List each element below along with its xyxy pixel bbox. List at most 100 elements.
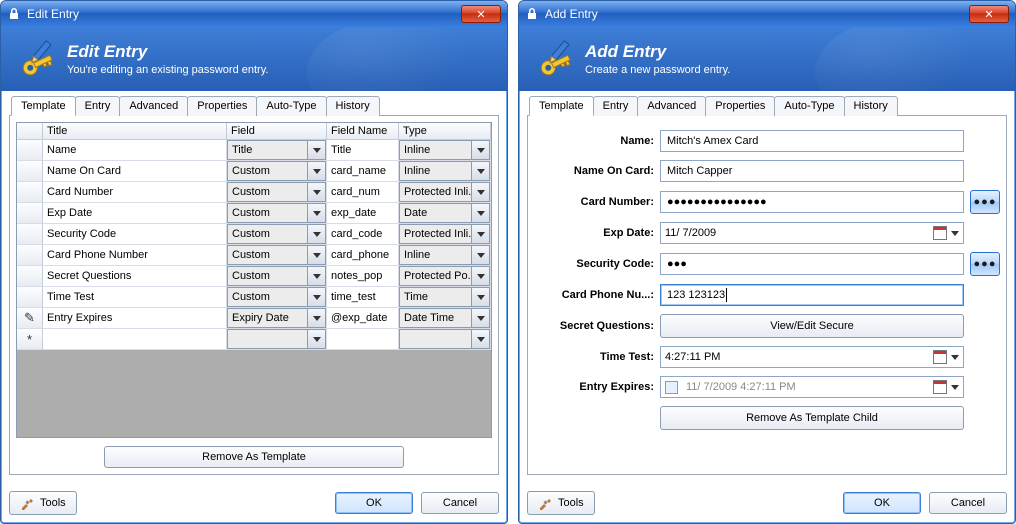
- tools-button[interactable]: Tools: [9, 491, 77, 515]
- reveal-card-number-button[interactable]: ●●●: [970, 190, 1000, 214]
- chevron-down-icon[interactable]: [472, 161, 490, 181]
- cell-field-name[interactable]: [327, 329, 399, 350]
- chevron-down-icon[interactable]: [308, 308, 326, 328]
- chevron-down-icon[interactable]: [308, 245, 326, 265]
- cell-field-combo[interactable]: Custom: [227, 203, 327, 224]
- chevron-down-icon[interactable]: [308, 224, 326, 244]
- cancel-button[interactable]: Cancel: [421, 492, 499, 514]
- chevron-down-icon[interactable]: [308, 203, 326, 223]
- ok-button[interactable]: OK: [335, 492, 413, 514]
- chevron-down-icon[interactable]: [951, 355, 959, 360]
- chevron-down-icon[interactable]: [308, 161, 326, 181]
- cell-title[interactable]: Card Phone Number: [43, 245, 227, 266]
- table-row[interactable]: Secret QuestionsCustomnotes_popProtected…: [17, 266, 491, 287]
- cell-field-combo[interactable]: Expiry Date: [227, 308, 327, 329]
- chevron-down-icon[interactable]: [951, 385, 959, 390]
- cell-field-name[interactable]: card_code: [327, 224, 399, 245]
- table-row[interactable]: Card NumberCustomcard_numProtected Inli.…: [17, 182, 491, 203]
- cell-field-combo[interactable]: Custom: [227, 182, 327, 203]
- cell-title[interactable]: Entry Expires: [43, 308, 227, 329]
- cell-field-name[interactable]: card_phone: [327, 245, 399, 266]
- cell-type-combo[interactable]: Inline: [399, 245, 491, 266]
- cell-field-name[interactable]: card_num: [327, 182, 399, 203]
- tab-properties[interactable]: Properties: [705, 96, 775, 116]
- cell-type-combo[interactable]: Protected Inli...: [399, 224, 491, 245]
- cell-title[interactable]: Card Number: [43, 182, 227, 203]
- table-row[interactable]: Exp DateCustomexp_dateDate: [17, 203, 491, 224]
- tools-button[interactable]: Tools: [527, 491, 595, 515]
- table-row[interactable]: *: [17, 329, 491, 350]
- close-button[interactable]: ✕: [969, 5, 1009, 23]
- cell-field-combo[interactable]: Custom: [227, 287, 327, 308]
- cell-field-name[interactable]: time_test: [327, 287, 399, 308]
- table-row[interactable]: ✎Entry ExpiresExpiry Date@exp_dateDate T…: [17, 308, 491, 329]
- cell-field-combo[interactable]: Custom: [227, 224, 327, 245]
- cell-title[interactable]: Exp Date: [43, 203, 227, 224]
- card-phone-input[interactable]: 123 123123: [660, 284, 964, 306]
- titlebar[interactable]: Add Entry ✕: [519, 1, 1015, 27]
- remove-as-template-button[interactable]: Remove As Template: [104, 446, 404, 468]
- tab-history[interactable]: History: [326, 96, 380, 116]
- exp-date-input[interactable]: 11/ 7/2009: [660, 222, 964, 244]
- tab-history[interactable]: History: [844, 96, 898, 116]
- close-button[interactable]: ✕: [461, 5, 501, 23]
- table-row[interactable]: Name On CardCustomcard_nameInline: [17, 161, 491, 182]
- chevron-down-icon[interactable]: [472, 266, 490, 286]
- chevron-down-icon[interactable]: [308, 329, 326, 349]
- tab-advanced[interactable]: Advanced: [119, 96, 188, 116]
- name-input[interactable]: Mitch's Amex Card: [660, 130, 964, 152]
- card-number-input[interactable]: ●●●●●●●●●●●●●●●: [660, 191, 964, 213]
- col-header-title[interactable]: Title: [43, 123, 227, 140]
- cell-type-combo[interactable]: Inline: [399, 140, 491, 161]
- cell-field-combo[interactable]: [227, 329, 327, 350]
- chevron-down-icon[interactable]: [472, 329, 490, 349]
- table-row[interactable]: Card Phone NumberCustomcard_phoneInline: [17, 245, 491, 266]
- cell-title[interactable]: Secret Questions: [43, 266, 227, 287]
- cell-type-combo[interactable]: Date: [399, 203, 491, 224]
- chevron-down-icon[interactable]: [472, 308, 490, 328]
- chevron-down-icon[interactable]: [472, 245, 490, 265]
- chevron-down-icon[interactable]: [308, 266, 326, 286]
- table-row[interactable]: Time TestCustomtime_testTime: [17, 287, 491, 308]
- cell-field-name[interactable]: card_name: [327, 161, 399, 182]
- remove-as-template-child-button[interactable]: Remove As Template Child: [660, 406, 964, 430]
- chevron-down-icon[interactable]: [472, 224, 490, 244]
- cell-field-name[interactable]: Title: [327, 140, 399, 161]
- chevron-down-icon[interactable]: [472, 203, 490, 223]
- table-row[interactable]: NameTitleTitleInline: [17, 140, 491, 161]
- cell-title[interactable]: Security Code: [43, 224, 227, 245]
- security-code-input[interactable]: ●●●: [660, 253, 964, 275]
- cell-field-combo[interactable]: Title: [227, 140, 327, 161]
- titlebar[interactable]: Edit Entry ✕: [1, 1, 507, 27]
- name-on-card-input[interactable]: Mitch Capper: [660, 160, 964, 182]
- cell-field-name[interactable]: exp_date: [327, 203, 399, 224]
- cancel-button[interactable]: Cancel: [929, 492, 1007, 514]
- cell-title[interactable]: Name: [43, 140, 227, 161]
- cell-field-name[interactable]: @exp_date: [327, 308, 399, 329]
- col-header-fieldname[interactable]: Field Name: [327, 123, 399, 140]
- tab-autotype[interactable]: Auto-Type: [256, 96, 326, 116]
- chevron-down-icon[interactable]: [308, 140, 326, 160]
- cell-field-combo[interactable]: Custom: [227, 245, 327, 266]
- table-row[interactable]: Security CodeCustomcard_codeProtected In…: [17, 224, 491, 245]
- expires-checkbox[interactable]: [665, 381, 678, 394]
- tab-template[interactable]: Template: [529, 96, 594, 116]
- tab-autotype[interactable]: Auto-Type: [774, 96, 844, 116]
- col-header-type[interactable]: Type: [399, 123, 491, 140]
- reveal-security-code-button[interactable]: ●●●: [970, 252, 1000, 276]
- cell-title[interactable]: [43, 329, 227, 350]
- cell-type-combo[interactable]: Protected Po...: [399, 266, 491, 287]
- tab-advanced[interactable]: Advanced: [637, 96, 706, 116]
- chevron-down-icon[interactable]: [308, 182, 326, 202]
- col-header-field[interactable]: Field: [227, 123, 327, 140]
- chevron-down-icon[interactable]: [472, 182, 490, 202]
- ok-button[interactable]: OK: [843, 492, 921, 514]
- chevron-down-icon[interactable]: [308, 287, 326, 307]
- cell-type-combo[interactable]: [399, 329, 491, 350]
- template-grid[interactable]: Title Field Field Name Type NameTitleTit…: [16, 122, 492, 438]
- cell-title[interactable]: Name On Card: [43, 161, 227, 182]
- cell-type-combo[interactable]: Date Time: [399, 308, 491, 329]
- cell-type-combo[interactable]: Time: [399, 287, 491, 308]
- entry-expires-input[interactable]: 11/ 7/2009 4:27:11 PM: [660, 376, 964, 398]
- view-edit-secure-button[interactable]: View/Edit Secure: [660, 314, 964, 338]
